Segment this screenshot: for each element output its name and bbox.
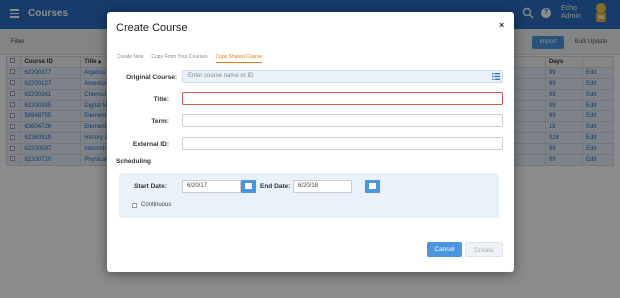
create-course-dialog: Create Course × Create New Copy From You… [107, 12, 514, 272]
term-label: Term: [151, 118, 169, 125]
cancel-button[interactable]: Cancel [427, 242, 462, 257]
title-label: Title: [153, 96, 169, 103]
original-course-input[interactable]: Enter course name or ID [182, 70, 503, 83]
calendar-icon[interactable] [241, 180, 256, 193]
term-input[interactable] [182, 114, 503, 127]
start-date-input[interactable]: 6/20/17 [182, 180, 241, 193]
tab-copy-shared-course[interactable]: Copy Shared Course [215, 54, 263, 63]
end-date-label: End Date: [260, 183, 291, 190]
scheduling-panel: Start Date: 6/20/17 End Date: 6/20/18 Co… [119, 173, 499, 218]
copy-mode-tabs: Create New Copy From Your Courses Copy S… [117, 54, 263, 63]
create-button[interactable]: Create [465, 242, 503, 257]
title-input[interactable] [182, 92, 503, 105]
scheduling-heading: Scheduling [116, 158, 152, 165]
external-id-label: External ID: [132, 141, 169, 148]
continuous-checkbox[interactable] [132, 202, 137, 208]
dialog-title: Create Course [116, 22, 188, 34]
calendar-icon[interactable] [365, 180, 380, 193]
tab-copy-your-courses[interactable]: Copy From Your Courses [151, 54, 207, 63]
external-id-input[interactable] [182, 137, 503, 150]
original-course-placeholder: Enter course name or ID [188, 73, 254, 79]
original-course-label: Original Course: [126, 74, 177, 81]
continuous-option[interactable]: Continuous [132, 202, 171, 208]
tab-create-new[interactable]: Create New [117, 54, 143, 63]
list-icon[interactable] [492, 73, 500, 80]
close-icon[interactable]: × [499, 20, 504, 30]
end-date-input[interactable]: 6/20/18 [293, 180, 352, 193]
start-date-label: Start Date: [134, 183, 167, 190]
continuous-label: Continuous [141, 202, 172, 208]
